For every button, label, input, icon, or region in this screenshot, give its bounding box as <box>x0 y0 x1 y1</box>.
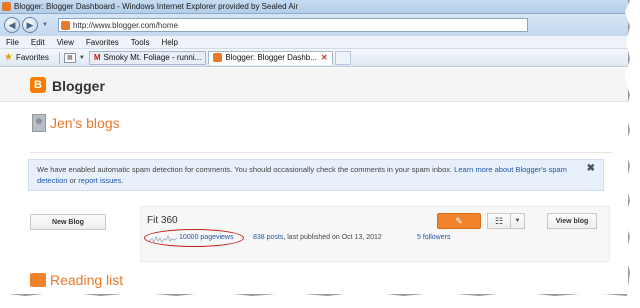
pageviews-link[interactable]: 10000 pageviews <box>179 234 234 241</box>
star-icon: ★ <box>4 52 13 63</box>
blog-card: Fit 360 10000 pageviews 838 posts, last … <box>140 206 610 262</box>
favorites-bar: ★ Favorites ▦ ▼ M Smoky Mt. Foliage - ru… <box>0 49 628 67</box>
tab-blogger-dashboard[interactable]: Blogger: Blogger Dashb... ✕ <box>208 50 333 65</box>
posts-line: 838 posts, last published on Oct 13, 201… <box>253 234 382 241</box>
blogger-logo-icon[interactable]: B <box>30 77 46 93</box>
blog-name[interactable]: Fit 360 <box>147 215 178 226</box>
view-blog-button[interactable]: View blog <box>547 213 597 229</box>
published-text: , last published on Oct 13, 2012 <box>283 234 382 241</box>
separator <box>58 51 60 64</box>
window-title: Blogger: Blogger Dashboard - Windows Int… <box>14 2 299 11</box>
divider <box>30 152 612 153</box>
new-tab-button[interactable] <box>334 50 351 65</box>
spam-notice: We have enabled automatic spam detection… <box>28 159 604 191</box>
back-button[interactable]: ◀ <box>4 17 20 33</box>
sparkline-icon <box>149 234 177 244</box>
menu-view[interactable]: View <box>57 38 74 47</box>
notice-end: . <box>121 176 124 185</box>
chevron-down-icon[interactable]: ▼ <box>79 55 85 61</box>
blogger-wordmark[interactable]: Blogger <box>52 78 105 94</box>
blogger-header: B Blogger <box>0 68 628 102</box>
chevron-down-icon[interactable]: ▼ <box>40 20 50 30</box>
close-icon[interactable]: ✕ <box>321 53 328 62</box>
favorites-label: Favorites <box>15 53 49 62</box>
gmail-icon: M <box>93 53 101 62</box>
new-post-button[interactable]: ✎ <box>437 213 481 229</box>
menu-tools[interactable]: Tools <box>131 38 150 47</box>
new-blog-button[interactable]: New Blog <box>30 214 106 230</box>
reading-list-icon <box>30 273 46 287</box>
forward-button[interactable]: ▶ <box>22 17 38 33</box>
address-row: ◀ ▶ ▼ http://www.blogger.com/home <box>0 14 628 36</box>
followers-link[interactable]: 5 followers <box>417 234 450 241</box>
screenshot-frame: Blogger: Blogger Dashboard - Windows Int… <box>0 0 630 296</box>
chevron-down-icon: ▼ <box>514 218 521 224</box>
blogger-page: B Blogger Jen's blogs We have enabled au… <box>0 68 628 294</box>
avatar[interactable] <box>32 114 46 132</box>
blogger-icon <box>61 20 70 30</box>
blog-menu-dropdown[interactable]: ▼ <box>511 213 525 229</box>
posts-list-icon: ☷ <box>494 215 504 226</box>
posts-list-button[interactable]: ☷ <box>487 213 511 229</box>
menu-help[interactable]: Help <box>161 38 177 47</box>
blogger-icon <box>213 53 223 62</box>
posts-link[interactable]: 838 posts <box>253 234 283 241</box>
page-title: Jen's blogs <box>50 115 120 131</box>
menu-bar: File Edit View Favorites Tools Help <box>0 36 628 49</box>
notice-text: We have enabled automatic spam detection… <box>37 165 455 174</box>
menu-edit[interactable]: Edit <box>31 38 45 47</box>
notice-or: or <box>67 176 79 185</box>
tab-smoky-mt-foliage[interactable]: M Smoky Mt. Foliage - runni... <box>88 50 207 65</box>
address-bar[interactable]: http://www.blogger.com/home <box>58 18 528 32</box>
address-url[interactable]: http://www.blogger.com/home <box>73 21 178 30</box>
window-title-bar: Blogger: Blogger Dashboard - Windows Int… <box>0 0 628 14</box>
pencil-icon: ✎ <box>455 215 463 226</box>
tab-label: Blogger: Blogger Dashb... <box>225 53 317 62</box>
tab-label: Smoky Mt. Foliage - runni... <box>103 53 202 62</box>
favorites-button[interactable]: ★ Favorites <box>4 52 49 63</box>
blogger-icon <box>2 2 11 11</box>
report-issues-link[interactable]: report issues <box>78 176 121 185</box>
reading-list-title: Reading list <box>50 272 124 288</box>
close-icon[interactable]: ✖ <box>587 163 595 174</box>
menu-favorites[interactable]: Favorites <box>86 38 119 47</box>
quick-tabs-icon[interactable]: ▦ <box>63 52 76 63</box>
menu-file[interactable]: File <box>6 38 19 47</box>
